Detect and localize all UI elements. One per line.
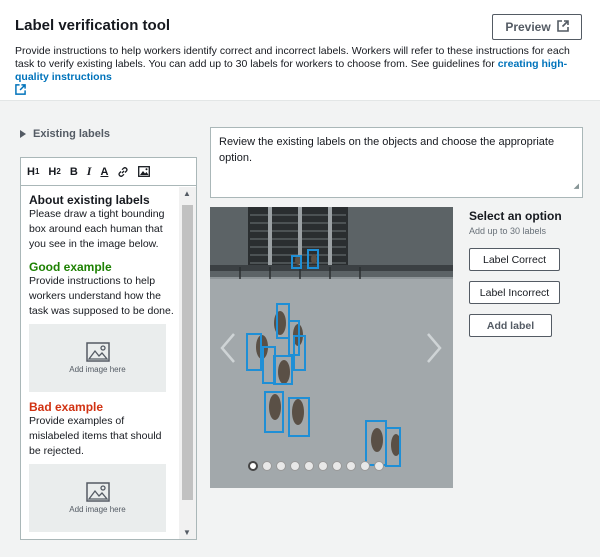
italic-button[interactable]: I — [87, 164, 92, 179]
pagination-dot[interactable] — [304, 461, 314, 471]
bold-button[interactable]: B — [70, 166, 78, 178]
external-link-icon[interactable] — [15, 84, 26, 99]
instructions-editor[interactable]: H1 H2 B I A About existing labels Please… — [20, 157, 197, 540]
header-panel: Label verification tool Preview Provide … — [0, 0, 600, 101]
label-correct-button[interactable]: Label Correct — [469, 248, 560, 271]
image-pagination — [248, 461, 384, 471]
image-placeholder-label: Add image here — [69, 505, 126, 514]
heading1-button[interactable]: H1 — [27, 166, 39, 178]
page-title: Label verification tool — [15, 17, 171, 34]
scrollbar-thumb[interactable] — [182, 205, 193, 500]
pagination-dot[interactable] — [346, 461, 356, 471]
editor-toolbar: H1 H2 B I A — [21, 158, 196, 186]
pagination-dot[interactable] — [318, 461, 328, 471]
add-label-button[interactable]: Add label — [469, 314, 552, 337]
bounding-box[interactable] — [293, 335, 306, 371]
scroll-up-icon[interactable]: ▲ — [183, 189, 191, 198]
image-placeholder-icon — [85, 342, 110, 362]
resize-handle-icon[interactable]: ◢ — [574, 179, 579, 195]
external-link-icon — [556, 19, 569, 35]
bounding-box[interactable] — [291, 255, 302, 269]
pagination-dot[interactable] — [374, 461, 384, 471]
image-icon[interactable] — [138, 166, 151, 177]
pagination-dot[interactable] — [248, 461, 258, 471]
next-image-icon[interactable] — [424, 332, 444, 369]
select-option-subtitle: Add up to 30 labels — [469, 226, 547, 236]
good-example-heading: Good example — [29, 260, 112, 274]
good-example-text: Provide instructions to help workers und… — [29, 275, 174, 317]
pagination-dot[interactable] — [290, 461, 300, 471]
bounding-box[interactable] — [365, 420, 387, 466]
scroll-down-icon[interactable]: ▼ — [183, 528, 191, 537]
preview-button[interactable]: Preview — [492, 14, 582, 40]
previous-image-icon[interactable] — [218, 332, 238, 369]
worker-instructions-field[interactable]: Review the existing labels on the object… — [210, 127, 583, 198]
worker-instructions-text: Review the existing labels on the object… — [219, 136, 555, 164]
tool-description: Provide instructions to help workers ide… — [15, 45, 585, 99]
pagination-dot[interactable] — [332, 461, 342, 471]
link-icon[interactable] — [117, 166, 129, 178]
bounding-box[interactable] — [246, 333, 262, 371]
bounding-box[interactable] — [307, 249, 319, 269]
existing-labels-toggle[interactable]: Existing labels — [20, 128, 110, 140]
select-option-title: Select an option — [469, 209, 562, 223]
text-color-button[interactable]: A — [100, 166, 108, 178]
about-heading: About existing labels — [29, 193, 150, 207]
label-incorrect-button[interactable]: Label Incorrect — [469, 281, 560, 304]
existing-labels-label: Existing labels — [33, 128, 111, 140]
bounding-box[interactable] — [264, 391, 284, 433]
about-text: Please draw a tight bounding box around … — [29, 208, 165, 250]
pagination-dot[interactable] — [276, 461, 286, 471]
bounding-box[interactable] — [288, 397, 310, 437]
description-text: Provide instructions to help workers ide… — [15, 45, 570, 70]
caret-right-icon — [20, 130, 26, 138]
heading2-button[interactable]: H2 — [48, 166, 60, 178]
good-example-image-placeholder[interactable]: Add image here — [29, 324, 166, 392]
image-placeholder-label: Add image here — [69, 365, 126, 374]
editor-scrollbar[interactable]: ▲ ▼ — [179, 187, 196, 539]
pagination-dot[interactable] — [360, 461, 370, 471]
bad-example-image-placeholder[interactable]: Add image here — [29, 464, 166, 532]
bad-example-heading: Bad example — [29, 400, 104, 414]
task-image — [210, 207, 453, 488]
image-placeholder-icon — [85, 482, 110, 502]
bounding-box[interactable] — [385, 427, 401, 467]
pagination-dot[interactable] — [262, 461, 272, 471]
editor-content[interactable]: About existing labels Please draw a tigh… — [21, 187, 179, 539]
bad-example-text: Provide examples of mislabeled items tha… — [29, 415, 162, 457]
preview-button-label: Preview — [505, 20, 551, 34]
bounding-box[interactable] — [273, 355, 293, 385]
